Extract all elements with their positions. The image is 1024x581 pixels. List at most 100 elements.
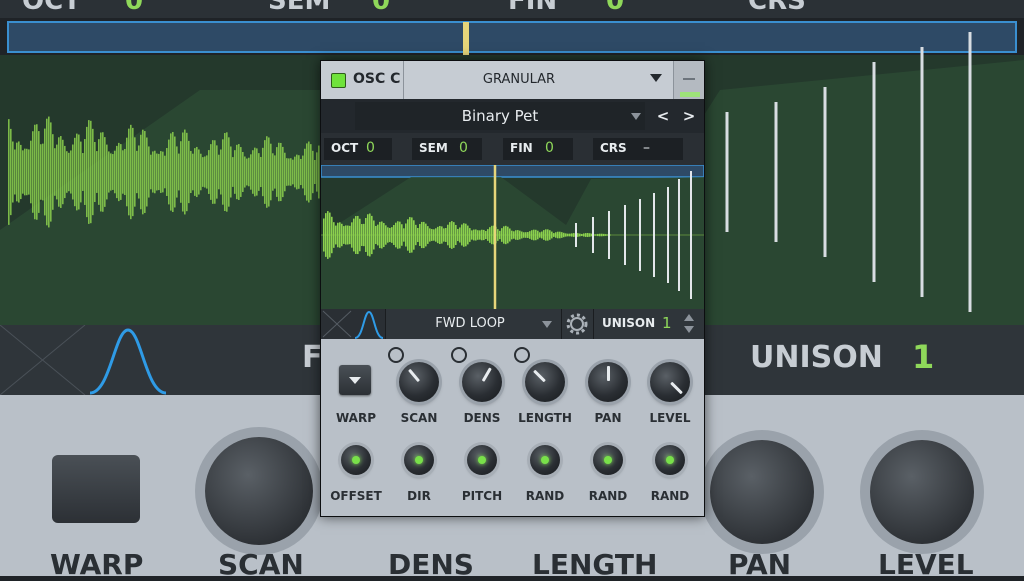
bg-level-knob [870, 440, 974, 544]
rand-knob-3[interactable] [655, 445, 685, 475]
osc-menu-button[interactable] [673, 61, 704, 99]
selection-bar[interactable] [321, 165, 704, 178]
knob-indicator [607, 366, 610, 381]
preset-row: Binary Pet < > [321, 99, 704, 133]
scan-lock-icon[interactable] [388, 347, 404, 363]
bg-oct-value: 0 [125, 0, 144, 16]
arrow-up-icon[interactable] [684, 314, 694, 321]
pan-label: PAN [594, 411, 622, 425]
bg-crs-label: CRS [748, 0, 806, 16]
waveform-display[interactable] [321, 165, 704, 309]
bg-sem-value: 0 [372, 0, 391, 16]
rand-label-1: RAND [525, 489, 565, 503]
dir-label: DIR [407, 489, 431, 503]
preset-dropdown[interactable]: Binary Pet [355, 102, 645, 130]
loop-mode-dropdown[interactable]: FWD LOOP [385, 309, 562, 339]
knob-led [541, 456, 549, 464]
knob-led [478, 456, 486, 464]
unison-label: UNISON [602, 316, 656, 330]
tuning-row: OCT 0 SEM 0 FIN 0 CRS – [321, 133, 704, 165]
length-knob[interactable] [525, 362, 565, 402]
playback-controls: FWD LOOP UNISON 1 [321, 309, 704, 339]
level-label: LEVEL [649, 411, 691, 425]
dens-label: DENS [463, 411, 501, 425]
scan-knob[interactable] [399, 362, 439, 402]
oscillator-panel: OSC C GRANULAR Binary Pet < > OCT 0 SEM … [320, 60, 705, 517]
chevron-down-icon [349, 377, 361, 384]
sem-value: 0 [459, 140, 468, 156]
osc-header: OSC C GRANULAR [321, 61, 704, 99]
next-preset-button[interactable]: > [678, 106, 700, 128]
bg-dens-label: DENS [388, 548, 474, 581]
length-lock-icon[interactable] [514, 347, 530, 363]
loop-mode-label: FWD LOOP [435, 316, 505, 331]
pan-knob[interactable] [588, 362, 628, 402]
knob-indicator [670, 381, 683, 395]
dir-knob[interactable] [404, 445, 434, 475]
bg-level-label: LEVEL [878, 548, 974, 581]
dens-knob[interactable] [462, 362, 502, 402]
arrow-down-icon[interactable] [684, 326, 694, 333]
bg-scan-label: SCAN [218, 548, 304, 581]
unison-stepper[interactable] [684, 314, 694, 334]
fin-label: FIN [510, 141, 533, 155]
oct-label: OCT [331, 141, 359, 155]
warp-button[interactable] [339, 365, 371, 395]
knob-indicator [408, 368, 421, 383]
crs-field[interactable]: CRS – [593, 138, 683, 160]
rand-label-3: RAND [650, 489, 690, 503]
shape-gauss-button[interactable] [353, 309, 386, 339]
fin-value: 0 [545, 140, 554, 156]
offset-label: OFFSET [330, 489, 382, 503]
pitch-knob[interactable] [467, 445, 497, 475]
bg-sem-label: SEM [268, 0, 331, 16]
osc-enable-toggle[interactable] [331, 73, 346, 88]
dropdown-arrow-icon [631, 113, 641, 120]
crs-value: – [643, 140, 650, 156]
gaussian-icon [354, 310, 384, 339]
bg-pan-label: PAN [728, 548, 792, 581]
dens-lock-icon[interactable] [451, 347, 467, 363]
bg-pan-knob [710, 440, 814, 544]
prev-preset-button[interactable]: < [652, 106, 674, 128]
pitch-label: PITCH [461, 489, 503, 503]
rand-knob-2[interactable] [593, 445, 623, 475]
bg-oct-label: OCT [22, 0, 81, 16]
oct-field[interactable]: OCT 0 [324, 138, 392, 160]
scan-label: SCAN [400, 411, 438, 425]
bg-fin-value: 0 [606, 0, 625, 16]
settings-button[interactable] [561, 309, 594, 339]
osc-mode-dropdown[interactable]: GRANULAR [403, 61, 674, 99]
rand-knob-1[interactable] [530, 445, 560, 475]
crs-label: CRS [600, 141, 627, 155]
knob-indicator [481, 367, 492, 382]
cross-shape-icon [322, 310, 352, 338]
dropdown-arrow-icon [542, 321, 552, 328]
level-meter [680, 92, 700, 97]
gear-icon [566, 313, 588, 335]
oct-value: 0 [366, 140, 375, 156]
warp-label: WARP [335, 411, 377, 425]
bg-shape-icons [0, 325, 167, 395]
bg-length-label: LENGTH [532, 548, 658, 581]
bg-fin-label: FIN [508, 0, 558, 16]
minus-icon [683, 78, 695, 80]
shape-none-button[interactable] [321, 309, 354, 339]
knob-section: WARP SCAN DENS LENGTH PAN LEVEL OFFSET D… [321, 339, 704, 516]
dropdown-arrow-icon [650, 74, 662, 82]
preset-name: Binary Pet [461, 107, 539, 125]
knob-led [415, 456, 423, 464]
sem-field[interactable]: SEM 0 [412, 138, 482, 160]
rand-label-2: RAND [588, 489, 628, 503]
unison-value[interactable]: 1 [662, 314, 672, 332]
knob-led [352, 456, 360, 464]
offset-knob[interactable] [341, 445, 371, 475]
osc-name: OSC C [353, 71, 401, 87]
sem-label: SEM [419, 141, 448, 155]
length-label: LENGTH [518, 411, 572, 425]
bg-unison-value: 1 [912, 338, 935, 376]
osc-mode-label: GRANULAR [482, 72, 556, 87]
fin-field[interactable]: FIN 0 [503, 138, 573, 160]
bg-unison-label: UNISON [750, 340, 883, 375]
level-knob[interactable] [650, 362, 690, 402]
